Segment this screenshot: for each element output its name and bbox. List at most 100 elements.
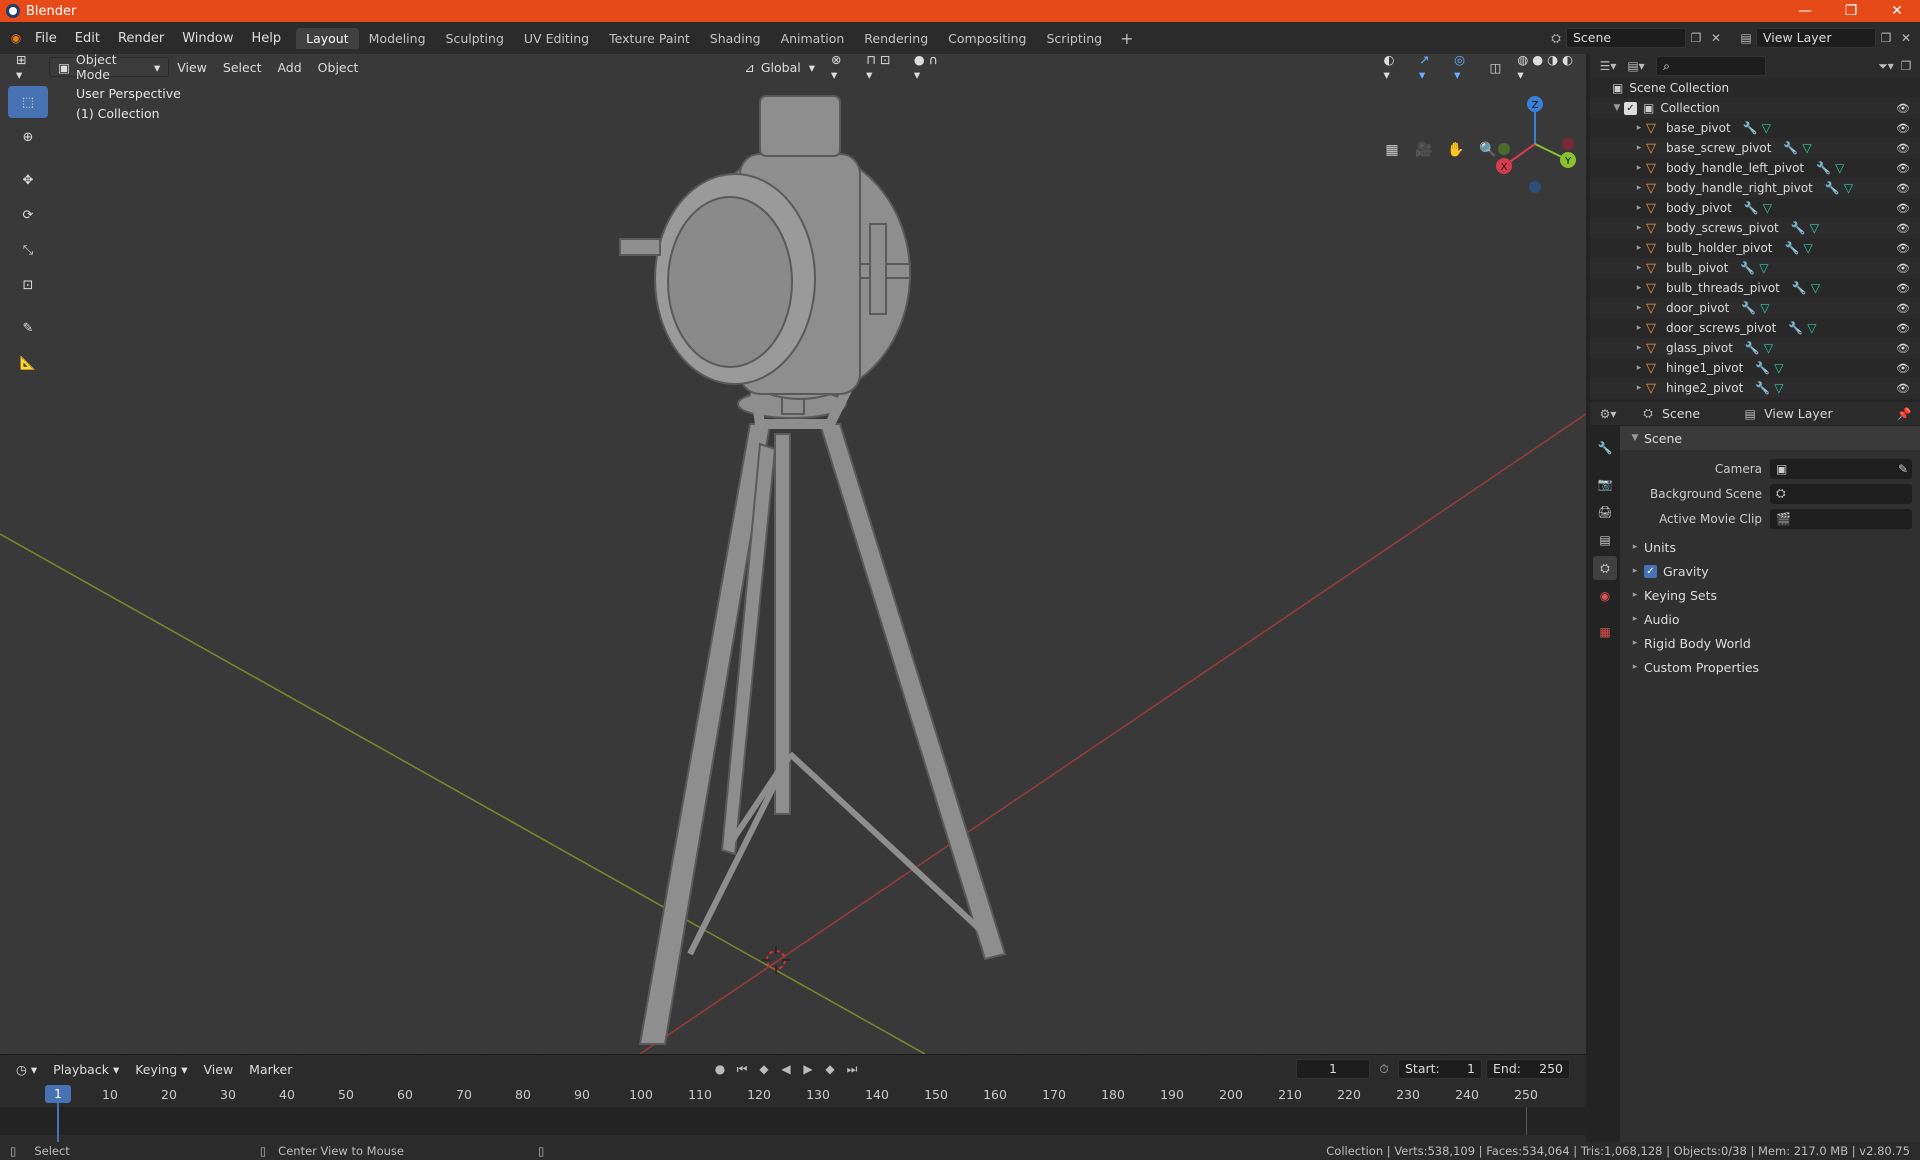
mesh-icon[interactable]: ▽	[1759, 261, 1768, 275]
menu-window[interactable]: Window	[173, 31, 242, 46]
grid-view-icon[interactable]: ▦	[1380, 138, 1404, 162]
timeline-ruler[interactable]: 10 20 30 40 50 60 70 80 90 100 110 120 1…	[0, 1083, 1586, 1107]
mesh-icon[interactable]: ▽	[1810, 221, 1819, 235]
modifier-icon[interactable]: 🔧	[1740, 261, 1755, 275]
outliner-search-input[interactable]: ⌕	[1656, 56, 1766, 76]
view-layer-icon[interactable]: ▤	[1736, 28, 1756, 48]
timeline-body[interactable]	[0, 1107, 1586, 1135]
menu-keying[interactable]: Keying ▾	[127, 1059, 195, 1079]
mesh-icon[interactable]: ▽	[1835, 161, 1844, 175]
move-tool-icon[interactable]: ✥	[8, 164, 48, 196]
properties-editor-icon[interactable]: ⚙▾	[1598, 404, 1618, 424]
outliner-object-row[interactable]: ▸ ▽ body_pivot 🔧 ▽ 👁	[1590, 198, 1920, 218]
scene-icon[interactable]: ⛭	[1546, 28, 1566, 48]
mesh-icon[interactable]: ▽	[1803, 241, 1812, 255]
record-icon[interactable]: ●	[710, 1059, 730, 1079]
keying-sets-panel-header[interactable]: ▸ Keying Sets	[1620, 583, 1920, 607]
menu-edit[interactable]: Edit	[66, 31, 109, 46]
jump-start-icon[interactable]: ⏮	[732, 1059, 752, 1079]
gravity-panel-header[interactable]: ▸ ✓ Gravity	[1620, 559, 1920, 583]
mesh-icon[interactable]: ▽	[1762, 121, 1771, 135]
active-movie-clip-field[interactable]: 🎬	[1770, 508, 1912, 529]
collection-row[interactable]: ▼ ✓ ▣ Collection 👁	[1590, 98, 1920, 118]
expand-icon[interactable]: ▸	[1632, 263, 1646, 273]
exclude-checkbox[interactable]: ✓	[1624, 101, 1637, 115]
eye-icon[interactable]: 👁	[1896, 302, 1910, 315]
close-button[interactable]: ✕	[1874, 0, 1920, 22]
snap-icon[interactable]: ⊓ ⊡ ▾	[858, 52, 906, 82]
jump-end-icon[interactable]: ⏭	[842, 1059, 862, 1079]
new-view-layer-icon[interactable]: ❐	[1876, 28, 1896, 48]
menu-select[interactable]: Select	[215, 57, 270, 77]
rigid-body-world-panel-header[interactable]: ▸ Rigid Body World	[1620, 631, 1920, 655]
modifier-icon[interactable]: 🔧	[1755, 381, 1770, 395]
mode-selector[interactable]: ▣ Object Mode ▾	[49, 52, 170, 82]
eye-icon[interactable]: 👁	[1896, 202, 1910, 215]
eye-icon[interactable]: 👁	[1896, 242, 1910, 255]
expand-icon[interactable]: ▸	[1632, 163, 1646, 173]
outliner-editor-icon[interactable]: ☰▾	[1598, 56, 1618, 76]
camera-view-icon[interactable]: 🎥	[1412, 138, 1436, 162]
eyedropper-icon[interactable]: ✎	[1898, 462, 1908, 476]
proportional-edit-icon[interactable]: ● ∩ ▾	[906, 52, 954, 82]
timeline-editor-icon[interactable]: ◷ ▾	[8, 1059, 45, 1079]
select-box-tool-icon[interactable]: ⬚	[8, 86, 48, 118]
pin-icon[interactable]: 📌	[1894, 404, 1914, 424]
header-scene-label[interactable]: Scene	[1662, 406, 1700, 421]
mesh-icon[interactable]: ▽	[1774, 381, 1783, 395]
3d-viewport[interactable]	[0, 54, 1586, 1054]
shading-modes-icon[interactable]: ◍ ● ◑ ◐ ▾	[1509, 52, 1586, 82]
delete-scene-icon[interactable]: ✕	[1706, 28, 1726, 48]
tool-settings-tab-icon[interactable]: 🔧	[1593, 436, 1617, 460]
modifier-icon[interactable]: 🔧	[1744, 201, 1759, 215]
start-frame-field[interactable]: Start: 1	[1398, 1059, 1482, 1079]
expand-icon[interactable]: ▸	[1632, 243, 1646, 253]
output-tab-icon[interactable]: 🖨	[1593, 500, 1617, 524]
menu-view[interactable]: View	[169, 57, 215, 77]
view-layer-tab-icon[interactable]: ▤	[1593, 528, 1617, 552]
scene-collection-row[interactable]: ▣ Scene Collection	[1590, 78, 1920, 98]
eye-icon[interactable]: 👁	[1896, 162, 1910, 175]
play-icon[interactable]: ▶	[798, 1059, 818, 1079]
expand-icon[interactable]: ▼	[1610, 103, 1624, 113]
scale-tool-icon[interactable]: ⤡	[8, 234, 48, 266]
expand-icon[interactable]: ▸	[1632, 183, 1646, 193]
mesh-icon[interactable]: ▽	[1764, 341, 1773, 355]
background-scene-field[interactable]: ⛭	[1770, 483, 1912, 504]
eye-icon[interactable]: 👁	[1896, 182, 1910, 195]
pivot-point-icon[interactable]: ⊗ ▾	[823, 52, 858, 82]
expand-icon[interactable]: ▸	[1632, 343, 1646, 353]
outliner-object-row[interactable]: ▸ ▽ body_handle_right_pivot 🔧 ▽ 👁	[1590, 178, 1920, 198]
current-frame-field[interactable]: 1	[1296, 1059, 1370, 1079]
tab-animation[interactable]: Animation	[771, 28, 855, 49]
eye-icon[interactable]: 👁	[1896, 382, 1910, 395]
tab-shading[interactable]: Shading	[700, 28, 771, 49]
menu-timeline-view[interactable]: View	[196, 1059, 242, 1079]
annotate-tool-icon[interactable]: ✎	[8, 312, 48, 344]
expand-icon[interactable]: ▸	[1632, 283, 1646, 293]
stopwatch-icon[interactable]: ⏱	[1374, 1059, 1394, 1079]
outliner-object-row[interactable]: ▸ ▽ bulb_threads_pivot 🔧 ▽ 👁	[1590, 278, 1920, 298]
modifier-icon[interactable]: 🔧	[1791, 221, 1806, 235]
tab-scripting[interactable]: Scripting	[1037, 28, 1113, 49]
expand-icon[interactable]: ▸	[1632, 143, 1646, 153]
xray-icon[interactable]: ◫	[1482, 57, 1510, 77]
prev-keyframe-icon[interactable]: ◆	[754, 1059, 774, 1079]
expand-icon[interactable]: ▸	[1632, 303, 1646, 313]
pan-hand-icon[interactable]: ✋	[1444, 138, 1468, 162]
mesh-icon[interactable]: ▽	[1802, 141, 1811, 155]
modifier-icon[interactable]: 🔧	[1783, 141, 1798, 155]
blender-menu-icon[interactable]: ◉	[6, 28, 26, 48]
menu-file[interactable]: File	[26, 31, 66, 46]
outliner-object-row[interactable]: ▸ ▽ bulb_holder_pivot 🔧 ▽ 👁	[1590, 238, 1920, 258]
menu-playback[interactable]: Playback ▾	[45, 1059, 127, 1079]
outliner-object-row[interactable]: ▸ ▽ body_handle_left_pivot 🔧 ▽ 👁	[1590, 158, 1920, 178]
end-frame-field[interactable]: End: 250	[1486, 1059, 1570, 1079]
units-panel-header[interactable]: ▸ Units	[1620, 535, 1920, 559]
tab-modeling[interactable]: Modeling	[359, 28, 436, 49]
scene-tab-icon[interactable]: ⛭	[1593, 556, 1617, 580]
overlay-toggle-icon[interactable]: ◎ ▾	[1446, 52, 1482, 82]
editor-type-icon[interactable]: ⊞ ▾	[8, 52, 43, 82]
scene-selector[interactable]: Scene	[1566, 28, 1686, 48]
modifier-icon[interactable]: 🔧	[1755, 361, 1770, 375]
